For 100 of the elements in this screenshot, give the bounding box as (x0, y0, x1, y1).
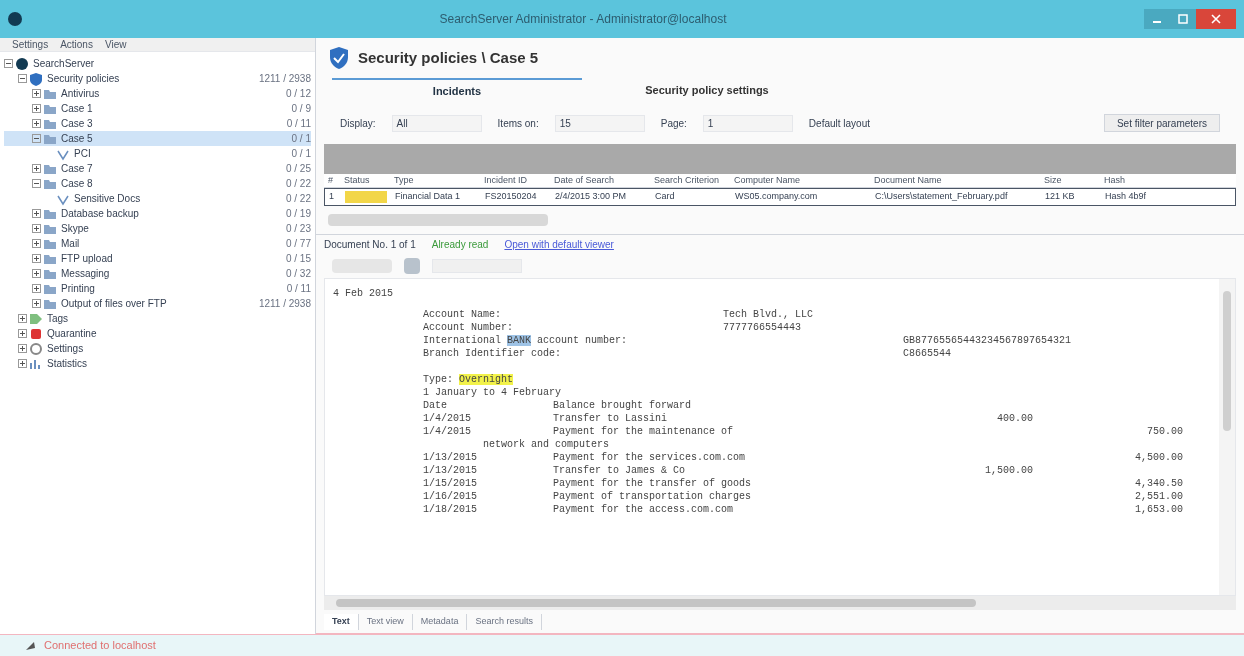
column-header[interactable]: Search Criterion (650, 173, 730, 188)
app-icon (8, 12, 22, 26)
tab[interactable]: Security policy settings (582, 78, 832, 102)
expand-icon[interactable] (32, 89, 41, 98)
document-text: Balance brought forward (553, 399, 693, 412)
document-text: Payment for the maintenance of (553, 425, 735, 438)
dropdown-field[interactable]: All (391, 114, 482, 132)
tree-label: Mail (61, 237, 81, 251)
column-header[interactable]: # (324, 173, 340, 188)
column-header[interactable]: Computer Name (730, 173, 870, 188)
document-text: 400.00 (996, 412, 1033, 425)
tree-item[interactable]: Case 1 0 / 9 (4, 101, 311, 116)
document-text: C8665544 (903, 347, 952, 360)
tree-label: Messaging (61, 267, 111, 281)
tab[interactable]: Text (324, 613, 359, 630)
table-cell-text: 121 KB (1044, 190, 1076, 204)
expand-icon[interactable] (32, 164, 41, 173)
open-link[interactable]: Open with default viewer (504, 237, 614, 252)
tree-item[interactable]: Output of files over FTP 1211 / 2938 (4, 296, 311, 311)
tree-item[interactable]: Skype 0 / 23 (4, 221, 311, 236)
item-count: 0 / 25 (285, 162, 311, 176)
column-header[interactable]: Document Name (870, 173, 1040, 188)
shield-icon (29, 71, 43, 86)
filter-label: Page: (660, 116, 687, 131)
horizontal-scrollbar[interactable] (324, 596, 1236, 610)
horizontal-scrollbar[interactable] (328, 214, 548, 226)
document-text: 1/18/2015 (423, 503, 478, 516)
tree-label: Case 7 (61, 162, 94, 176)
tree-label: Printing (61, 282, 96, 296)
column-header[interactable]: Date of Search (550, 173, 650, 188)
table-cell-text: Financial Data 1 (394, 190, 462, 204)
server-icon (15, 56, 29, 71)
tag-icon (29, 311, 43, 326)
tree-label: Skype (61, 222, 90, 236)
tree-item[interactable]: Antivirus 0 / 12 (4, 86, 311, 101)
tree-label: PCI (74, 147, 92, 161)
item-count: 0 / 23 (285, 222, 311, 236)
collapse-icon[interactable] (18, 74, 27, 83)
tab[interactable]: Text view (358, 613, 413, 630)
tree-label: Output of files over FTP (61, 297, 168, 311)
tree-item[interactable]: Messaging 0 / 32 (4, 266, 311, 281)
expand-icon[interactable] (32, 224, 41, 233)
item-count: 1211 / 2938 (258, 297, 311, 311)
document-text: 1 January to 4 February (423, 386, 563, 399)
expand-icon[interactable] (32, 209, 41, 218)
item-count: 0 / 15 (285, 252, 311, 266)
document-text: Payment for the services.com.com (553, 451, 747, 464)
vertical-scrollbar[interactable] (1219, 279, 1235, 595)
tree-item[interactable]: Mail 0 / 77 (4, 236, 311, 251)
collapse-icon[interactable] (32, 134, 41, 143)
document-text: Payment of transportation charges (553, 490, 753, 503)
shield-icon (328, 46, 350, 70)
expand-icon[interactable] (18, 314, 27, 323)
expand-icon[interactable] (32, 284, 41, 293)
column-header[interactable]: Size (1040, 173, 1100, 188)
table-row[interactable]: 1 Financial Data 1 FS20150204 2/4/2015 3:00 PM Card WS05.company.com C:\Users\statement_February.pdf 121 KB Hash 4b9f (324, 188, 1236, 206)
dropdown-field[interactable]: 1 (702, 114, 793, 132)
tree-item[interactable]: Case 3 0 / 11 (4, 116, 311, 131)
collapse-icon[interactable] (32, 179, 41, 188)
status-text: Connected to localhost (44, 638, 156, 654)
column-header[interactable]: Incident ID (480, 173, 550, 188)
tab[interactable]: Incidents (332, 78, 582, 102)
column-header[interactable]: Status (340, 173, 390, 188)
document-text: 2,551.00 (1134, 490, 1183, 503)
tab[interactable]: Metadata (412, 613, 468, 630)
document-text: 1/16/2015 (423, 490, 478, 503)
collapse-icon[interactable] (4, 59, 13, 68)
tree-item[interactable]: Case 8 0 / 22 (4, 176, 311, 191)
expand-icon[interactable] (32, 239, 41, 248)
minimize-button[interactable] (1144, 9, 1170, 29)
menu-item[interactable]: Settings (12, 37, 49, 52)
menu-item[interactable]: Actions (60, 37, 93, 52)
expand-icon[interactable] (32, 254, 41, 263)
tree-item[interactable]: Database backup 0 / 19 (4, 206, 311, 221)
expand-icon[interactable] (18, 359, 27, 368)
expand-icon[interactable] (32, 104, 41, 113)
column-header[interactable]: Type (390, 173, 480, 188)
tab[interactable]: Search results (467, 613, 542, 630)
expand-icon[interactable] (32, 269, 41, 278)
tree-item[interactable]: Printing 0 / 11 (4, 281, 311, 296)
document-text: Transfer to Lassini (553, 412, 669, 425)
expand-icon[interactable] (18, 329, 27, 338)
tree-label: Security policies (47, 72, 121, 86)
tree-label: Quarantine (47, 327, 98, 341)
expand-icon[interactable] (32, 299, 41, 308)
filter-label: Items on: (497, 116, 539, 131)
tree-item[interactable]: Case 5 0 / 1 (4, 131, 311, 146)
tree-label: FTP upload (61, 252, 114, 266)
document-text: 1,500.00 (984, 464, 1033, 477)
menu-item[interactable]: View (104, 37, 127, 52)
table-cell-text: Card (654, 190, 676, 204)
window-title: SearchServer Administrator - Administrator@localhost (439, 11, 727, 28)
filter-button[interactable]: Set filter parameters (1103, 114, 1220, 132)
dropdown-field[interactable]: 15 (554, 114, 645, 132)
document-text: Tech Blvd., LLC (723, 308, 814, 321)
expand-icon[interactable] (32, 119, 41, 128)
expand-icon[interactable] (18, 344, 27, 353)
tree-item[interactable]: FTP upload 0 / 15 (4, 251, 311, 266)
tree-item[interactable]: Case 7 0 / 25 (4, 161, 311, 176)
column-header[interactable]: Hash (1100, 173, 1236, 188)
